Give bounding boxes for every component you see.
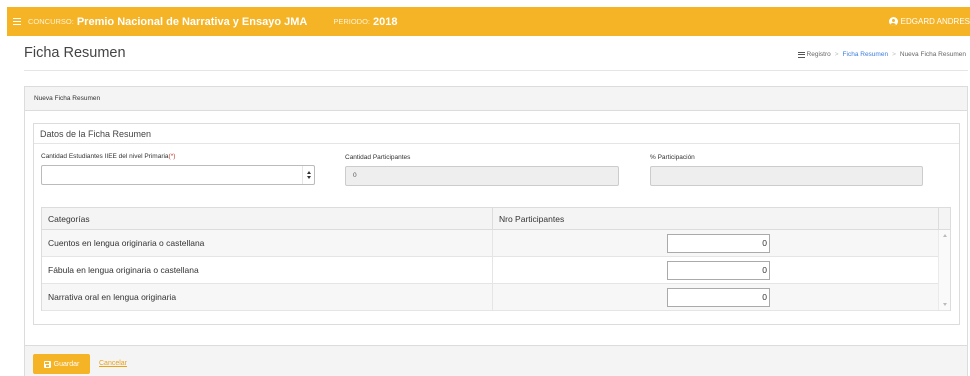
- section-title: Datos de la Ficha Resumen: [40, 129, 152, 139]
- table-body: Cuentos en lengua originaria o castellan…: [42, 230, 950, 311]
- cancel-link[interactable]: Cancelar: [99, 360, 127, 367]
- row-nro-cell: 0: [493, 284, 939, 310]
- scroll-down-icon[interactable]: [943, 303, 947, 306]
- breadcrumb-current: Nueva Ficha Resumen: [899, 51, 966, 58]
- table-header: Categorías Nro Participantes: [42, 208, 950, 230]
- user-name: EDGARD ANDRES: [900, 17, 970, 26]
- nro-participantes-input[interactable]: 0: [667, 234, 770, 253]
- section-divider: [34, 143, 959, 144]
- table-row: Cuentos en lengua originaria o castellan…: [42, 230, 950, 257]
- required-mark: (*): [168, 153, 176, 160]
- participantes-label: Cantidad Participantes: [345, 154, 411, 161]
- page-title: Ficha Resumen: [24, 45, 126, 61]
- row-nro-cell: 0: [493, 257, 939, 283]
- panel-title: Nueva Ficha Resumen: [25, 87, 967, 111]
- header-divider: [24, 70, 968, 71]
- hamburger-icon[interactable]: [13, 18, 21, 25]
- floppy-disk-icon: [43, 360, 51, 368]
- top-bar: CONCURSO: Premio Nacional de Narrativa y…: [7, 7, 970, 36]
- breadcrumb-separator: >: [892, 51, 896, 58]
- participacion-field: [650, 166, 923, 186]
- participantes-field: 0: [345, 166, 619, 186]
- breadcrumb: Registro > Ficha Resumen > Nueva Ficha R…: [797, 51, 966, 58]
- list-icon: [797, 51, 805, 58]
- save-label: Guardar: [53, 360, 80, 368]
- concurso-value: Premio Nacional de Narrativa y Ensayo JM…: [76, 15, 308, 28]
- breadcrumb-registro[interactable]: Registro: [807, 51, 831, 58]
- nro-participantes-input[interactable]: 0: [667, 261, 770, 280]
- categorias-table: Categorías Nro Participantes Cuentos en …: [41, 207, 951, 311]
- panel-footer: Guardar Cancelar: [25, 345, 967, 376]
- form-panel: Nueva Ficha Resumen Datos de la Ficha Re…: [24, 86, 968, 376]
- user-menu[interactable]: EDGARD ANDRES: [888, 7, 970, 36]
- save-button[interactable]: Guardar: [33, 354, 90, 374]
- header-nro-participantes: Nro Participantes: [493, 208, 939, 229]
- datos-section: Datos de la Ficha Resumen Cantidad Estud…: [33, 123, 960, 325]
- nro-participantes-input[interactable]: 0: [667, 288, 770, 307]
- periodo-value: 2018: [373, 15, 398, 28]
- estudiantes-label-text: Cantidad Estudiantes IIEE del nivel Prim…: [41, 153, 169, 160]
- table-row: Fábula en lengua originaria o castellana…: [42, 257, 950, 284]
- number-spinner[interactable]: [302, 166, 314, 184]
- row-categoria: Cuentos en lengua originaria o castellan…: [42, 230, 493, 256]
- estudiantes-input[interactable]: [41, 165, 315, 185]
- concurso-label: CONCURSO:: [28, 17, 74, 26]
- table-scrollbar[interactable]: [938, 230, 950, 310]
- spinner-down-icon[interactable]: [306, 176, 311, 179]
- header-categorias: Categorías: [42, 208, 493, 229]
- scroll-up-icon[interactable]: [943, 234, 947, 237]
- estudiantes-label: Cantidad Estudiantes IIEE del nivel Prim…: [41, 153, 175, 160]
- row-nro-cell: 0: [493, 230, 939, 256]
- periodo-label: PERIODO:: [333, 17, 371, 26]
- table-row: Narrativa oral en lengua originaria 0: [42, 284, 950, 311]
- participacion-label: % Participación: [650, 154, 695, 161]
- user-circle-icon: [888, 17, 898, 26]
- row-categoria: Fábula en lengua originaria o castellana: [42, 257, 493, 283]
- breadcrumb-ficha-resumen[interactable]: Ficha Resumen: [843, 51, 889, 58]
- spinner-up-icon[interactable]: [306, 171, 311, 174]
- row-categoria: Narrativa oral en lengua originaria: [42, 284, 493, 310]
- breadcrumb-separator: >: [834, 51, 839, 58]
